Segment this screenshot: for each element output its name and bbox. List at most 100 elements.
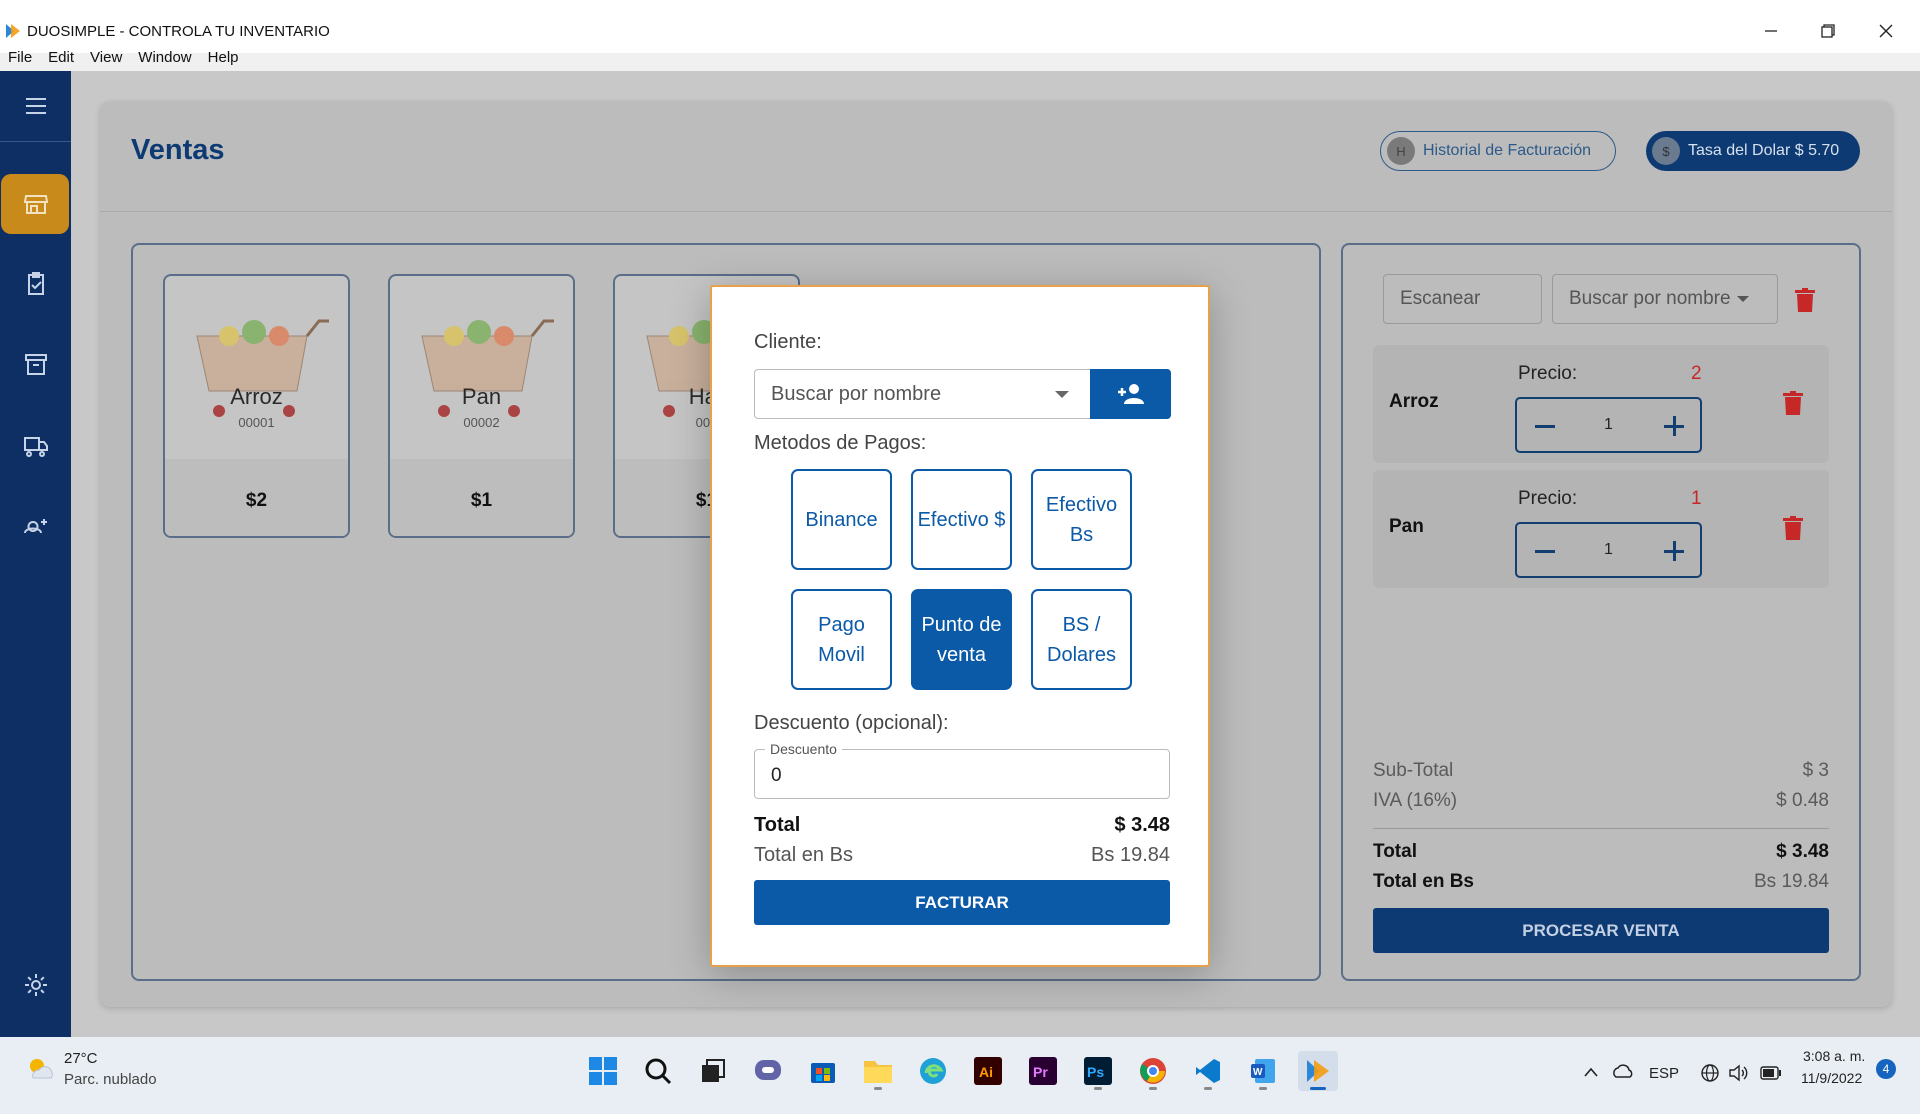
cart-total-bs-row: Total en Bs Bs 19.84 (1373, 871, 1829, 893)
svg-text:W: W (1253, 1067, 1263, 1078)
product-card[interactable]: Pan 00002 $1 (388, 274, 575, 538)
sidebar-item-settings[interactable] (0, 955, 71, 1015)
clock-time[interactable]: 3:08 a. m. (1803, 1048, 1865, 1064)
payment-binance[interactable]: Binance (791, 469, 892, 570)
payment-bs-dolares[interactable]: BS / Dolares (1031, 589, 1132, 690)
payment-efectivo-bs[interactable]: Efectivo Bs (1031, 469, 1132, 570)
discount-field[interactable]: Descuento 0 (754, 741, 1170, 799)
sidebar-item-clients[interactable] (0, 493, 71, 553)
word-icon[interactable]: W (1243, 1051, 1283, 1091)
microsoft-store-icon[interactable] (803, 1051, 843, 1091)
product-price: $1 (470, 490, 493, 511)
cart-item: Arroz Precio: 2 1 (1373, 345, 1829, 463)
product-code: 00002 (463, 415, 500, 430)
add-client-button[interactable] (1090, 369, 1171, 419)
payment-pago-movil[interactable]: Pago Movil (791, 589, 892, 690)
language-indicator[interactable]: ESP (1649, 1065, 1679, 1082)
duosimple-app-icon[interactable] (1298, 1051, 1338, 1091)
minimize-button[interactable] (1756, 18, 1786, 44)
cart-item: Pan Precio: 1 1 (1373, 470, 1829, 588)
svg-text:Pr: Pr (1033, 1064, 1048, 1080)
remove-item-trash-icon[interactable] (1783, 516, 1803, 540)
open-app-indicator (1094, 1087, 1102, 1090)
discount-value[interactable]: 0 (771, 765, 782, 787)
clipboard-check-icon (27, 272, 44, 295)
menu-view[interactable]: View (90, 49, 122, 66)
weather-temperature[interactable]: 27°C (64, 1050, 98, 1067)
price-label: Precio: (1518, 363, 1578, 384)
menu-edit[interactable]: Edit (48, 49, 74, 66)
menu-help[interactable]: Help (208, 49, 239, 66)
network-globe-icon[interactable] (1700, 1063, 1720, 1083)
premiere-icon[interactable]: Pr (1023, 1051, 1063, 1091)
open-app-indicator (1149, 1087, 1157, 1090)
subtotal-value: $ 3 (1802, 760, 1829, 781)
notification-badge[interactable]: 4 (1876, 1059, 1896, 1079)
partly-cloudy-icon[interactable] (25, 1054, 55, 1084)
file-explorer-icon[interactable] (858, 1051, 898, 1091)
plus-icon-vertical[interactable] (1673, 541, 1676, 561)
price-label: Precio: (1518, 488, 1578, 509)
product-card[interactable]: Arroz 00001 $2 (163, 274, 350, 538)
volume-icon[interactable] (1728, 1063, 1750, 1083)
menu-file[interactable]: File (8, 49, 32, 66)
cart-total-row: Total $ 3.48 (1373, 841, 1829, 863)
illustrator-icon[interactable]: Ai (968, 1051, 1008, 1091)
plus-icon-vertical[interactable] (1673, 416, 1676, 436)
process-sale-button[interactable]: PROCESAR VENTA (1373, 908, 1829, 953)
teams-chat-icon[interactable] (748, 1051, 788, 1091)
clear-cart-trash-icon[interactable] (1795, 288, 1815, 312)
edge-browser-icon[interactable] (913, 1051, 953, 1091)
summary-divider (1373, 828, 1829, 829)
remove-item-trash-icon[interactable] (1783, 391, 1803, 415)
task-view-icon[interactable] (693, 1051, 733, 1091)
billing-history-button[interactable]: H Historial de Facturación (1380, 131, 1616, 171)
modal-total-bs-row: Total en Bs Bs 19.84 (754, 844, 1170, 867)
title-bar: DUOSIMPLE - CONTROLA TU INVENTARIO File … (0, 0, 1920, 66)
restore-button[interactable] (1813, 18, 1843, 44)
store-icon (23, 195, 48, 214)
vscode-icon[interactable] (1188, 1051, 1228, 1091)
invoice-button[interactable]: FACTURAR (754, 880, 1170, 925)
clock-date[interactable]: 11/9/2022 (1801, 1070, 1862, 1086)
app-area: Ventas H Historial de Facturación $ Tasa… (0, 71, 1920, 1037)
add-user-icon (23, 519, 47, 534)
sidebar-item-delivery[interactable] (0, 414, 71, 474)
sidebar (0, 71, 71, 1037)
open-app-indicator (1259, 1087, 1267, 1090)
chrome-icon[interactable] (1133, 1051, 1173, 1091)
menu-window[interactable]: Window (138, 49, 191, 66)
search-icon[interactable] (638, 1051, 678, 1091)
cart-total-bs-label: Total en Bs (1373, 871, 1474, 892)
window-title: DUOSIMPLE - CONTROLA TU INVENTARIO (27, 23, 330, 40)
windows-start-icon[interactable] (583, 1051, 623, 1091)
sidebar-item-archive[interactable] (0, 334, 71, 394)
photoshop-icon[interactable]: Ps (1078, 1051, 1118, 1091)
app-logo-icon (6, 24, 20, 38)
product-price: $2 (245, 490, 268, 511)
iva-value: $ 0.48 (1776, 790, 1829, 811)
payment-punto-de-venta[interactable]: Punto de venta (911, 589, 1012, 690)
client-search-select[interactable]: Buscar por nombre (754, 369, 1090, 419)
cart-search-select[interactable]: Buscar por nombre (1552, 274, 1778, 324)
dollar-rate-chip[interactable]: $ Tasa del Dolar $ 5.70 (1646, 131, 1860, 171)
cart-item-name: Arroz (1389, 391, 1439, 412)
chevron-down-icon (1736, 296, 1749, 302)
product-name: Pan (461, 384, 502, 409)
close-button[interactable] (1871, 18, 1901, 44)
hamburger-menu-icon[interactable] (0, 76, 71, 136)
battery-icon[interactable] (1760, 1066, 1782, 1080)
onedrive-cloud-icon[interactable] (1611, 1062, 1635, 1080)
sidebar-item-ventas[interactable] (0, 174, 71, 234)
gear-icon (24, 974, 47, 996)
chevron-up-icon[interactable] (1583, 1066, 1599, 1078)
weather-description[interactable]: Parc. nublado (64, 1071, 157, 1088)
open-app-indicator (874, 1087, 882, 1090)
quantity-stepper: 1 (1515, 397, 1702, 453)
sidebar-item-tasks[interactable] (0, 254, 71, 314)
checkout-dialog: Cliente: Buscar por nombre Metodos de Pa… (710, 285, 1210, 967)
cart-total-label: Total (1373, 841, 1417, 862)
cart-total-bs-value: Bs 19.84 (1754, 871, 1829, 892)
payment-efectivo-dolares[interactable]: Efectivo $ (911, 469, 1012, 570)
scan-input[interactable]: Escanear (1383, 274, 1542, 324)
